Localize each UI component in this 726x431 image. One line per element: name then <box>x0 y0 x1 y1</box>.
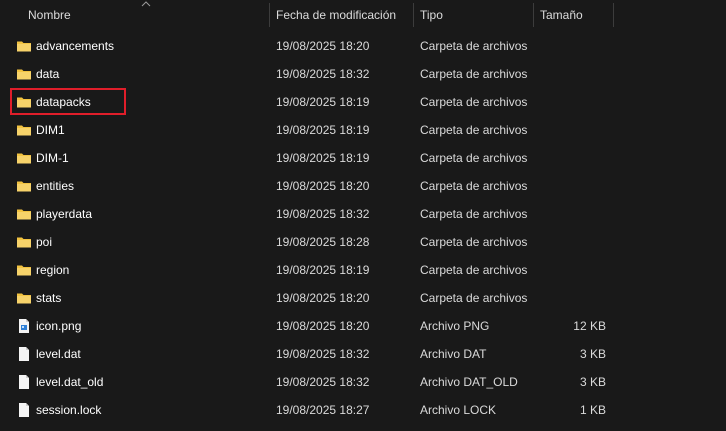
file-modified-date: 19/08/2025 18:19 <box>276 123 370 137</box>
file-type: Carpeta de archivos <box>420 291 528 305</box>
file-modified-date: 19/08/2025 18:20 <box>276 291 370 305</box>
file-size <box>540 60 606 88</box>
file-size: 3 KB <box>579 375 606 389</box>
file-name: DIM1 <box>36 123 65 137</box>
file-row[interactable]: level.dat 19/08/2025 18:32 Archivo DAT 3 KB <box>0 340 726 368</box>
column-header-size[interactable]: Tamaño <box>540 0 612 30</box>
file-icon <box>16 374 32 390</box>
file-type: Carpeta de archivos <box>420 235 528 249</box>
file-size <box>540 256 606 284</box>
folder-icon <box>16 38 32 54</box>
folder-icon <box>16 262 32 278</box>
folder-icon <box>16 178 32 194</box>
file-name: DIM-1 <box>36 151 69 165</box>
file-type: Archivo LOCK <box>420 403 497 417</box>
file-modified-date: 19/08/2025 18:20 <box>276 179 370 193</box>
file-size: 12 KB <box>573 319 606 333</box>
file-modified-date: 19/08/2025 18:32 <box>276 347 370 361</box>
file-type: Carpeta de archivos <box>420 179 528 193</box>
file-type: Carpeta de archivos <box>420 151 528 165</box>
file-name: session.lock <box>36 403 102 417</box>
file-row[interactable]: poi 19/08/2025 18:28 Carpeta de archivos <box>0 228 726 256</box>
file-modified-date: 19/08/2025 18:19 <box>276 151 370 165</box>
file-size <box>540 116 606 144</box>
file-icon <box>16 402 32 418</box>
file-type: Carpeta de archivos <box>420 123 528 137</box>
file-row[interactable]: data 19/08/2025 18:32 Carpeta de archivos <box>0 60 726 88</box>
folder-icon <box>16 234 32 250</box>
file-row[interactable]: level.dat_old 19/08/2025 18:32 Archivo DAT… <box>0 368 726 396</box>
file-name: entities <box>36 179 75 193</box>
file-row[interactable]: advancements 19/08/2025 18:20 Carpeta de a… <box>0 32 726 60</box>
file-name: icon.png <box>36 319 82 333</box>
highlight-annotation-box <box>10 88 126 115</box>
file-type: Carpeta de archivos <box>420 263 528 277</box>
column-divider[interactable] <box>269 3 270 27</box>
file-type: Archivo DAT <box>420 347 487 361</box>
column-divider[interactable] <box>413 3 414 27</box>
folder-icon <box>16 206 32 222</box>
folder-icon <box>16 290 32 306</box>
file-size: 3 KB <box>579 347 606 361</box>
file-size <box>540 228 606 256</box>
column-header-name[interactable]: Nombre <box>28 0 268 30</box>
file-modified-date: 19/08/2025 18:20 <box>276 319 370 333</box>
file-name: playerdata <box>36 207 93 221</box>
file-size <box>540 88 606 116</box>
column-divider[interactable] <box>613 3 614 27</box>
file-name: region <box>36 263 70 277</box>
file-row[interactable]: region 19/08/2025 18:19 Carpeta de archivo… <box>0 256 726 284</box>
column-header-bar: Nombre Fecha de modificación Tipo Tamaño <box>0 0 726 30</box>
file-row[interactable]: entities 19/08/2025 18:20 Carpeta de archi… <box>0 172 726 200</box>
file-modified-date: 19/08/2025 18:28 <box>276 235 370 249</box>
file-type: Archivo DAT_OLD <box>420 375 518 389</box>
file-type: Archivo PNG <box>420 319 490 333</box>
file-modified-date: 19/08/2025 18:32 <box>276 67 370 81</box>
file-type: Carpeta de archivos <box>420 95 528 109</box>
file-modified-date: 19/08/2025 18:19 <box>276 95 370 109</box>
file-name: advancements <box>36 39 115 53</box>
file-modified-date: 19/08/2025 18:20 <box>276 39 370 53</box>
file-name: data <box>36 67 60 81</box>
file-row[interactable]: icon.png 19/08/2025 18:20 Archivo PNG 12 KB <box>0 312 726 340</box>
file-size: 1 KB <box>579 403 606 417</box>
file-name: stats <box>36 291 62 305</box>
file-row[interactable]: DIM-1 19/08/2025 18:19 Carpeta de archivos <box>0 144 726 172</box>
column-divider[interactable] <box>533 3 534 27</box>
folder-icon <box>16 66 32 82</box>
file-size <box>540 172 606 200</box>
file-modified-date: 19/08/2025 18:27 <box>276 403 370 417</box>
file-row[interactable]: stats 19/08/2025 18:20 Carpeta de archivos <box>0 284 726 312</box>
file-icon <box>16 346 32 362</box>
folder-icon <box>16 150 32 166</box>
file-size <box>540 200 606 228</box>
column-header-type[interactable]: Tipo <box>420 0 532 30</box>
file-type: Carpeta de archivos <box>420 207 528 221</box>
file-size <box>540 284 606 312</box>
folder-icon <box>16 122 32 138</box>
file-row[interactable]: DIM1 19/08/2025 18:19 Carpeta de archivos <box>0 116 726 144</box>
file-row[interactable]: playerdata 19/08/2025 18:32 Carpeta de arc… <box>0 200 726 228</box>
file-name: level.dat <box>36 347 81 361</box>
file-modified-date: 19/08/2025 18:32 <box>276 375 370 389</box>
file-name: level.dat_old <box>36 375 104 389</box>
file-name: poi <box>36 235 53 249</box>
file-type: Carpeta de archivos <box>420 39 528 53</box>
file-type: Carpeta de archivos <box>420 67 528 81</box>
column-header-date[interactable]: Fecha de modificación <box>276 0 412 30</box>
file-modified-date: 19/08/2025 18:19 <box>276 263 370 277</box>
png-file-icon <box>16 318 32 334</box>
file-modified-date: 19/08/2025 18:32 <box>276 207 370 221</box>
file-size <box>540 144 606 172</box>
file-row[interactable]: session.lock 19/08/2025 18:27 Archivo LOCK… <box>0 396 726 424</box>
file-size <box>540 32 606 60</box>
